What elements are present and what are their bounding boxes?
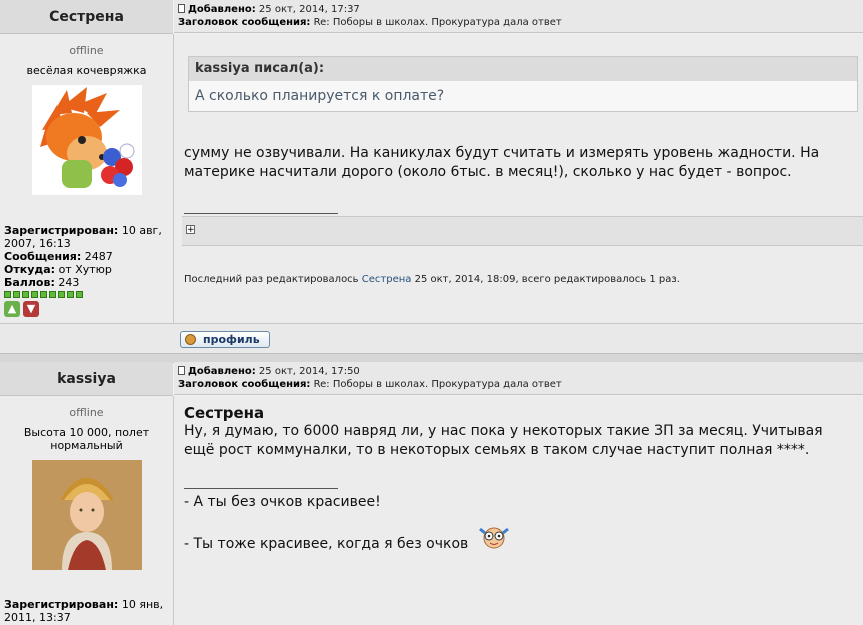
- message-text: Ну, я думаю, то 6000 навряд ли, у нас по…: [184, 423, 823, 458]
- points-label: Баллов:: [4, 276, 55, 289]
- rating-buttons: ▲ ▼: [4, 301, 169, 317]
- glasses-smiley-icon: [478, 527, 509, 549]
- post-actions-row: профиль: [0, 323, 863, 354]
- thumbs-up-icon[interactable]: ▲: [4, 301, 20, 317]
- author-profile-panel: offline Высота 10 000, полет нормальный …: [0, 396, 174, 625]
- post-author-name[interactable]: kassiya: [0, 362, 173, 396]
- added-label: Добавлено:: [188, 366, 256, 377]
- profile-button[interactable]: профиль: [180, 331, 270, 348]
- subject-label: Заголовок сообщения:: [178, 379, 311, 390]
- from-label: Откуда:: [4, 263, 56, 276]
- post-body: Сестрена Ну, я думаю, то 6000 навряд ли,…: [174, 396, 863, 625]
- subject-value: Re: Поборы в школах. Прокуратура дала от…: [313, 379, 562, 390]
- edit-note-suffix: 25 окт, 2014, 18:09, всего редактировало…: [414, 274, 680, 285]
- reputation-segment: [76, 291, 83, 298]
- registered-label: Зарегистрирован:: [4, 224, 119, 237]
- post-body: kassiya писал(а): А сколько планируется …: [174, 34, 863, 323]
- post-icon[interactable]: [178, 4, 185, 13]
- message-text: сумму не озвучивали. На каникулах будут …: [184, 145, 820, 180]
- edit-note: Последний раз редактировалось Сестрена 2…: [184, 274, 680, 285]
- avatar: [31, 85, 142, 195]
- post-1: Сестрена offline весёлая кочевряжка Заре…: [0, 0, 863, 323]
- subject-value: Re: Поборы в школах. Прокуратура дала от…: [313, 17, 562, 28]
- reputation-segment: [4, 291, 11, 298]
- profile-icon: [185, 334, 196, 345]
- added-label: Добавлено:: [188, 4, 256, 15]
- user-rank: Высота 10 000, полет нормальный: [23, 426, 150, 452]
- reputation-segment: [22, 291, 29, 298]
- online-status: offline: [69, 44, 104, 57]
- subject-label: Заголовок сообщения:: [178, 17, 311, 28]
- reputation-segment: [58, 291, 65, 298]
- avatar: [31, 460, 142, 570]
- user-stats: Зарегистрирован: 10 авг, 2007, 16:13 Соо…: [4, 224, 169, 317]
- reputation-segment: [67, 291, 74, 298]
- reply-to-name: Сестрена: [184, 404, 265, 422]
- quote-text: А сколько планируется к оплате?: [189, 81, 857, 111]
- author-profile-panel: offline весёлая кочевряжка Зарегистриров…: [0, 34, 174, 323]
- points-value: 243: [58, 276, 80, 289]
- reputation-segment: [49, 291, 56, 298]
- profile-button-label: профиль: [203, 333, 260, 346]
- registered-label: Зарегистрирован:: [4, 598, 119, 611]
- signature-line-2: - Ты тоже красивее, когда я без очков: [184, 524, 855, 554]
- edit-note-user-link[interactable]: Сестрена: [362, 274, 412, 285]
- post-2: kassiya offline Высота 10 000, полет нор…: [0, 362, 863, 625]
- post-header: Добавлено: 25 окт, 2014, 17:50 Заголовок…: [174, 362, 863, 395]
- signature-spoiler: +: [182, 216, 863, 246]
- signature-divider: [184, 488, 338, 489]
- signature-line-2-text: - Ты тоже красивее, когда я без очков: [184, 536, 469, 552]
- kokoshnik-portrait-icon: [31, 460, 142, 570]
- reputation-segment: [31, 291, 38, 298]
- hedgehog-avatar-icon: [31, 85, 142, 195]
- from-value: от Хутюр: [58, 263, 112, 276]
- reputation-bar: [4, 291, 169, 298]
- messages-label: Сообщения:: [4, 250, 82, 263]
- added-date: 25 окт, 2014, 17:50: [258, 366, 360, 377]
- post-header: Добавлено: 25 окт, 2014, 17:37 Заголовок…: [174, 0, 863, 33]
- thumbs-down-icon[interactable]: ▼: [23, 301, 39, 317]
- signature-line-1: - А ты без очков красивее!: [184, 494, 381, 510]
- user-rank: весёлая кочевряжка: [26, 64, 147, 77]
- expand-toggle[interactable]: +: [186, 225, 195, 235]
- messages-value: 2487: [84, 250, 113, 263]
- reputation-segment: [13, 291, 20, 298]
- added-date: 25 окт, 2014, 17:37: [258, 4, 360, 15]
- quote-block: kassiya писал(а): А сколько планируется …: [188, 56, 858, 112]
- online-status: offline: [69, 406, 104, 419]
- signature-divider: [184, 213, 338, 214]
- quote-author: kassiya писал(а):: [189, 57, 857, 81]
- post-icon[interactable]: [178, 366, 185, 375]
- post-author-name[interactable]: Сестрена: [0, 0, 173, 34]
- user-stats: Зарегистрирован: 10 янв, 2011, 13:37: [4, 598, 169, 624]
- reputation-segment: [40, 291, 47, 298]
- edit-note-prefix: Последний раз редактировалось: [184, 274, 359, 285]
